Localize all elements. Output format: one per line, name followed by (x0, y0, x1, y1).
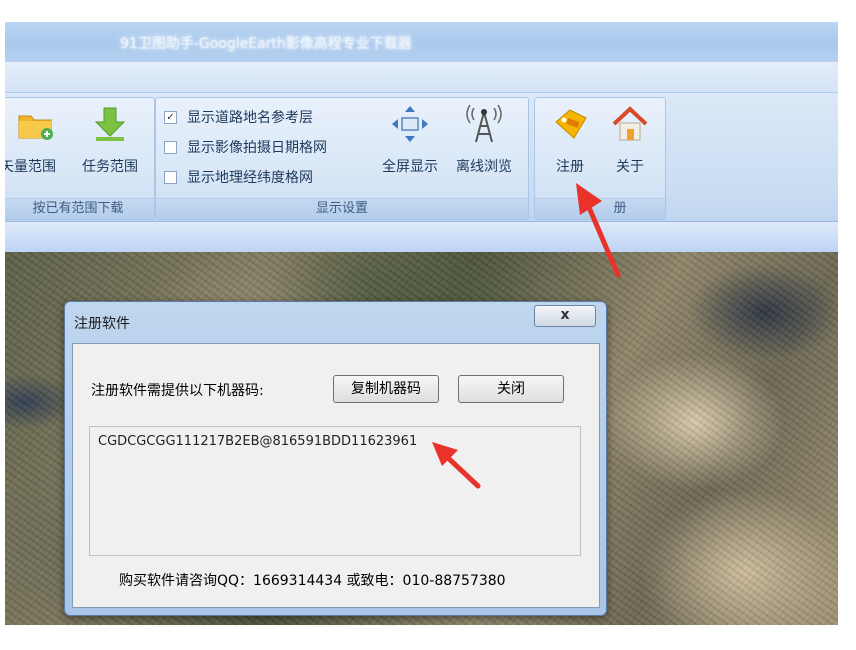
task-range-label: 任务范围 (82, 159, 138, 175)
close-icon: x (560, 307, 570, 323)
vector-range-button[interactable]: 矢量范围 (5, 104, 68, 176)
annotation-arrow-machine-code (432, 442, 481, 489)
latlon-grid-label: 显示地理经纬度格网 (187, 170, 313, 186)
dialog-title: 注册软件 (74, 316, 130, 332)
close-dialog-button[interactable]: 关闭 (458, 375, 564, 403)
latlon-grid-checkbox[interactable] (164, 170, 177, 184)
register-dialog: 注册软件 x 注册软件需提供以下机器码: 复制机器码 关闭 CGDCGCGG11… (64, 301, 607, 616)
task-range-button[interactable]: 任务范围 (74, 104, 146, 176)
dialog-close-button[interactable]: x (534, 305, 596, 327)
road-names-checkbox[interactable]: ✓ (164, 110, 177, 124)
title-bar: 91卫图助手-GoogleEarth影像高程专业下载器 (5, 22, 838, 62)
road-names-checkbox-row[interactable]: ✓ 显示道路地名参考层 (164, 106, 313, 128)
machine-code-text: CGDCGCGG111217B2EB@816591BDD11623961 (98, 434, 418, 449)
tag-icon (550, 104, 590, 144)
copy-machine-code-button[interactable]: 复制机器码 (333, 375, 439, 403)
fullscreen-button[interactable]: 全屏显示 (374, 104, 446, 176)
folder-icon (15, 104, 55, 144)
capture-date-grid-label: 显示影像拍摄日期格网 (187, 140, 327, 156)
window-title: 91卫图助手-GoogleEarth影像高程专业下载器 (120, 36, 412, 52)
capture-date-grid-checkbox-row[interactable]: 显示影像拍摄日期格网 (164, 136, 327, 158)
download-arrow-icon (90, 104, 130, 144)
about-label: 关于 (616, 159, 644, 175)
download-range-group: 矢量范围 任务范围 按已有范围下载 (5, 97, 155, 220)
ribbon-tab-strip (5, 62, 838, 93)
home-icon (610, 104, 650, 144)
dialog-client-area: 注册软件需提供以下机器码: 复制机器码 关闭 CGDCGCGG111217B2E… (72, 343, 600, 608)
fullscreen-icon (390, 104, 430, 144)
fullscreen-label: 全屏显示 (382, 159, 438, 175)
offline-browse-label: 离线浏览 (456, 159, 512, 175)
latlon-grid-checkbox-row[interactable]: 显示地理经纬度格网 (164, 166, 313, 188)
display-group-footer: 显示设置 (156, 198, 528, 219)
ribbon-shadow-band (5, 222, 838, 252)
road-names-label: 显示道路地名参考层 (187, 110, 313, 126)
annotation-arrow-register (576, 183, 621, 278)
machine-code-prompt: 注册软件需提供以下机器码: (91, 383, 264, 399)
purchase-contact-text: 购买软件请咨询QQ：1669314434 或致电：010-88757380 (119, 573, 506, 589)
download-group-footer: 按已有范围下载 (5, 198, 154, 219)
offline-browse-button[interactable]: 离线浏览 (448, 104, 520, 176)
antenna-icon (464, 104, 504, 144)
machine-code-field[interactable]: CGDCGCGG111217B2EB@816591BDD11623961 (89, 426, 581, 556)
register-label: 注册 (556, 159, 584, 175)
register-button[interactable]: 注册 (541, 104, 599, 176)
display-settings-group: ✓ 显示道路地名参考层 显示影像拍摄日期格网 显示地理经纬度格网 全屏显示 离线… (155, 97, 529, 220)
capture-date-grid-checkbox[interactable] (164, 140, 177, 154)
ribbon: 矢量范围 任务范围 按已有范围下载 ✓ 显示道路地名参考层 显示影像拍摄日期格网… (5, 93, 838, 222)
vector-range-label: 矢量范围 (5, 159, 56, 175)
about-button[interactable]: 关于 (601, 104, 659, 176)
